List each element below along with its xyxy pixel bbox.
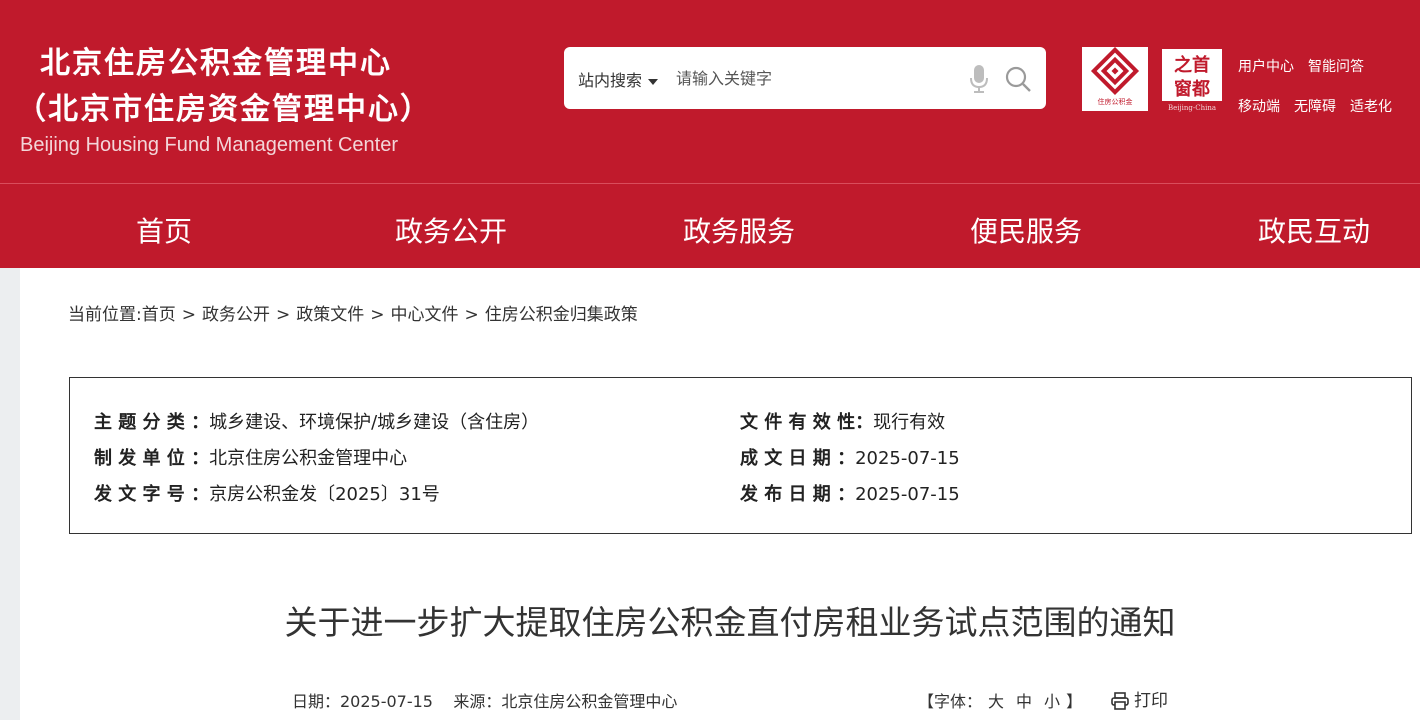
site-subtitle[interactable]: （北京市住房资金管理中心）	[16, 84, 432, 128]
article-info: 日期：2025-07-15 来源：北京住房公积金管理中心	[292, 692, 678, 711]
font-control-suffix: 】	[1066, 692, 1083, 711]
meta-written-date-value: 2025-07-15	[855, 448, 960, 469]
breadcrumb-separator: >	[275, 305, 291, 325]
capital-logo-text-1: 之首	[1174, 54, 1210, 76]
print-label: 打印	[1134, 691, 1168, 711]
breadcrumb-prefix: 当前位置:	[68, 305, 142, 325]
meta-validity-value: 现行有效	[873, 412, 946, 433]
site-title[interactable]: 北京住房公积金管理中心	[40, 38, 392, 82]
housing-fund-logo[interactable]: 住房公积金	[1082, 46, 1148, 111]
breadcrumb-separator: >	[370, 305, 385, 325]
header-top: 北京住房公积金管理中心 （北京市住房资金管理中心） Beijing Housin…	[0, 0, 1420, 184]
font-size-large-button[interactable]: 大	[988, 692, 1004, 711]
meta-published-date-value: 2025-07-15	[855, 484, 960, 505]
meta-validity: 文 件 有 效 性：现行有效	[740, 408, 945, 434]
meta-published-date-label: 发 布 日 期 ：	[740, 484, 856, 505]
search-icon[interactable]	[1004, 65, 1032, 93]
article-title: 关于进一步扩大提取住房公积金直付房租业务试点范围的通知	[284, 603, 1176, 642]
meta-written-date-label: 成 文 日 期 ：	[740, 448, 856, 469]
breadcrumb-separator: >	[464, 305, 479, 325]
accessibility-link[interactable]: 无障碍	[1294, 99, 1336, 115]
site-title-en: Beijing Housing Fund Management Center	[20, 134, 398, 156]
print-button[interactable]: 打印	[1110, 686, 1168, 711]
breadcrumb-home[interactable]: 首页	[142, 305, 176, 325]
document-meta-box: 主 题 分 类 ：城乡建设、环境保护/城乡建设（含住房） 制 发 单 位 ：北京…	[69, 377, 1412, 534]
nav-gov-affairs-public[interactable]: 政务公开	[395, 210, 507, 250]
mobile-link[interactable]: 移动端	[1238, 99, 1280, 115]
housing-fund-emblem-icon: 住房公积金	[1090, 46, 1140, 106]
main-nav: 首页 政务公开 政务服务 便民服务 政民互动	[0, 184, 1420, 268]
meta-issuer-label: 制 发 单 位 ：	[94, 448, 210, 469]
meta-doc-number-label: 发 文 字 号 ：	[94, 484, 210, 505]
meta-validity-label: 文 件 有 效 性：	[740, 412, 874, 433]
capital-logo-text-2: 窗都	[1174, 78, 1210, 100]
meta-topic-label: 主 题 分 类 ：	[94, 412, 210, 433]
left-gutter	[0, 268, 20, 720]
nav-home[interactable]: 首页	[136, 210, 192, 250]
meta-issuer-value: 北京住房公积金管理中心	[209, 448, 408, 469]
breadcrumb-policy-docs[interactable]: 政策文件	[296, 305, 364, 325]
capital-logo-en: Beijing-China	[1168, 104, 1216, 112]
breadcrumb-separator: >	[181, 305, 196, 325]
nav-convenience-services[interactable]: 便民服务	[970, 210, 1082, 250]
nav-interaction[interactable]: 政民互动	[1258, 210, 1370, 250]
printer-icon	[1111, 692, 1129, 710]
capital-window-emblem-icon: 之首 窗都 Beijing-China	[1162, 49, 1222, 112]
capital-window-logo[interactable]: 之首 窗都 Beijing-China	[1160, 47, 1224, 113]
search-input[interactable]	[676, 61, 946, 95]
caret-down-icon	[648, 78, 659, 85]
meta-topic-value: 城乡建设、环境保护/城乡建设（含住房）	[209, 412, 540, 433]
breadcrumb-gov-affairs[interactable]: 政务公开	[202, 305, 270, 325]
site-header: 北京住房公积金管理中心 （北京市住房资金管理中心） Beijing Housin…	[0, 0, 1420, 268]
microphone-icon[interactable]	[968, 63, 990, 95]
breadcrumb: 当前位置:首页 > 政务公开 > 政策文件 > 中心文件 > 住房公积金归集政策	[68, 300, 638, 325]
smart-qa-link[interactable]: 智能问答	[1308, 59, 1364, 75]
meta-doc-number: 发 文 字 号 ：京房公积金发〔2025〕31号	[94, 480, 440, 506]
meta-written-date: 成 文 日 期 ：2025-07-15	[740, 444, 960, 470]
font-control-prefix: 【字体：	[918, 692, 983, 711]
font-size-control: 【字体： 大中小】	[918, 688, 1082, 712]
user-center-link[interactable]: 用户中心	[1238, 59, 1294, 75]
meta-published-date: 发 布 日 期 ：2025-07-15	[740, 480, 960, 506]
meta-topic: 主 题 分 类 ：城乡建设、环境保护/城乡建设（含住房）	[94, 408, 539, 434]
logo-badge-text: 住房公积金	[1098, 97, 1133, 106]
breadcrumb-center-docs[interactable]: 中心文件	[390, 305, 458, 325]
search-box: 站内搜索	[564, 47, 1046, 109]
breadcrumb-collection-policy[interactable]: 住房公积金归集政策	[485, 305, 638, 325]
nav-gov-services[interactable]: 政务服务	[683, 210, 795, 250]
search-scope-dropdown[interactable]: 站内搜索	[578, 67, 659, 91]
elderly-mode-link[interactable]: 适老化	[1350, 99, 1392, 115]
meta-doc-number-value: 京房公积金发〔2025〕31号	[209, 484, 440, 505]
font-size-small-button[interactable]: 小	[1044, 692, 1060, 711]
search-scope-label: 站内搜索	[578, 71, 643, 90]
font-size-medium-button[interactable]: 中	[1016, 692, 1032, 711]
meta-issuer: 制 发 单 位 ：北京住房公积金管理中心	[94, 444, 407, 470]
